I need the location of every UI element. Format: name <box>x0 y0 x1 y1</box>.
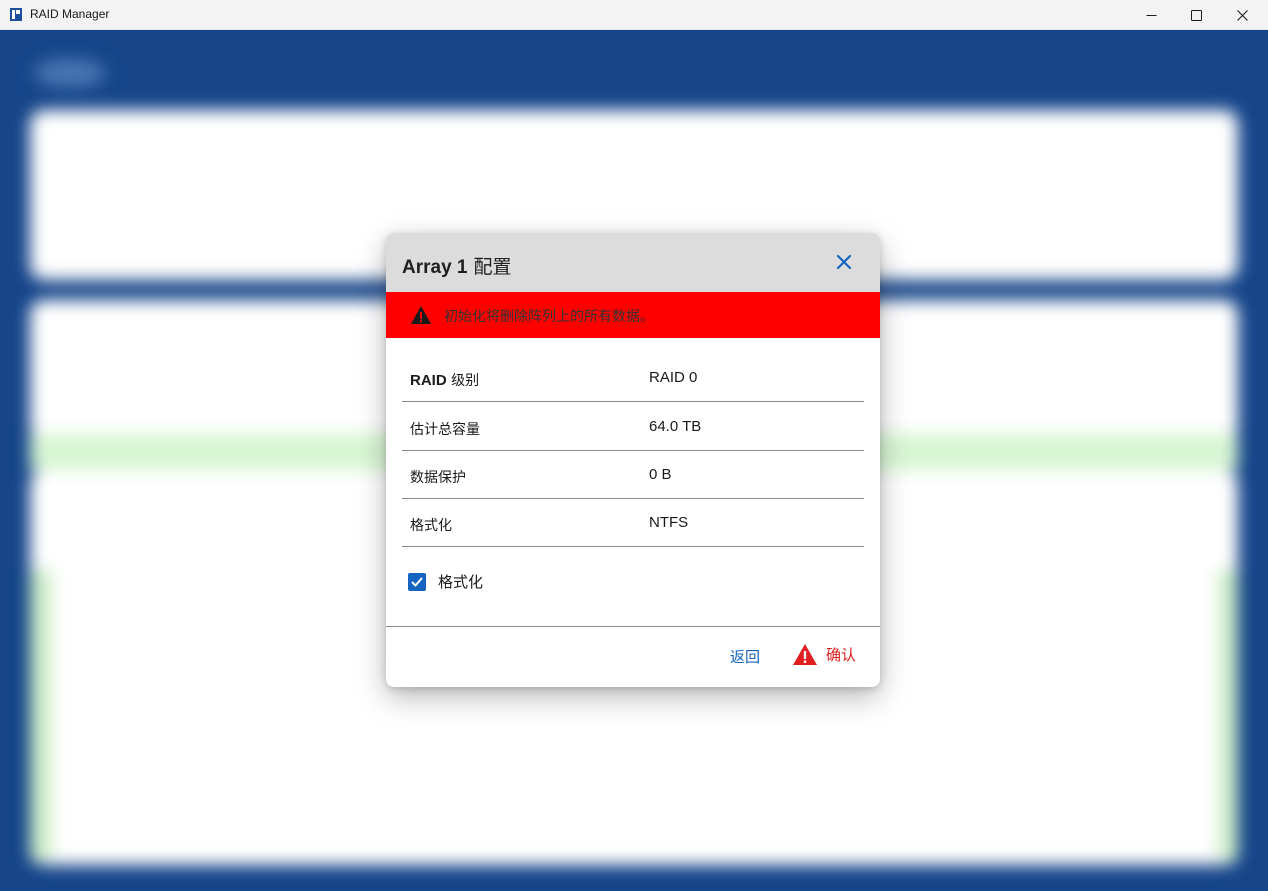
info-row-capacity: 估计总容量 64.0 TB <box>402 403 864 451</box>
raid-level-label: RAID 级别 <box>410 370 479 390</box>
dialog-close-button[interactable] <box>832 250 856 274</box>
raid-level-label-suffix: 级别 <box>446 373 480 389</box>
window-title: RAID Manager <box>30 7 110 21</box>
warning-banner: 初始化将删除阵列上的所有数据。 <box>386 292 880 338</box>
minimize-icon <box>1146 14 1156 16</box>
dialog-title: Array 1 配置 <box>402 252 512 279</box>
checkmark-icon <box>411 577 423 586</box>
raid-level-label-strong: RAID <box>410 372 447 389</box>
confirm-button-label[interactable]: 确认 <box>826 644 856 665</box>
back-button[interactable]: 返回 <box>730 646 760 667</box>
warning-triangle-icon <box>411 306 431 324</box>
dialog-header: Array 1 配置 <box>386 233 880 292</box>
format-label: 格式化 <box>410 518 452 534</box>
maximize-icon <box>1190 9 1202 21</box>
raid-level-value: RAID 0 <box>649 369 698 386</box>
format-checkbox-control[interactable]: 格式化 <box>408 571 483 592</box>
window-titlebar: RAID Manager <box>0 0 1268 30</box>
app-logo-icon <box>10 8 22 21</box>
capacity-value: 64.0 TB <box>649 418 702 435</box>
format-checkbox-label[interactable]: 格式化 <box>438 571 483 592</box>
warning-message: 初始化将删除阵列上的所有数据。 <box>444 309 654 325</box>
footer-divider <box>386 626 880 627</box>
capacity-label: 估计总容量 <box>410 422 480 438</box>
window-close-button[interactable] <box>1219 0 1265 30</box>
dialog-title-array-name: Array 1 <box>402 257 468 278</box>
data-protection-label: 数据保护 <box>410 470 466 486</box>
maximize-button[interactable] <box>1173 0 1219 30</box>
window-close-icon <box>1236 9 1248 21</box>
info-row-format: 格式化 NTFS <box>402 499 864 547</box>
array-config-dialog: Array 1 配置 初始化将删除阵列上的所有数据。 RAID 级别 RAID … <box>386 233 880 687</box>
info-row-raid-level: RAID 级别 RAID 0 <box>402 354 864 402</box>
close-icon <box>836 254 852 270</box>
format-checkbox[interactable] <box>408 572 426 591</box>
format-value: NTFS <box>649 514 689 531</box>
warning-triangle-icon <box>793 644 817 665</box>
info-row-data-protection: 数据保护 0 B <box>402 451 864 499</box>
dialog-title-suffix: 配置 <box>467 256 512 278</box>
data-protection-value: 0 B <box>649 466 672 483</box>
confirm-button[interactable]: 确认 <box>792 643 856 666</box>
minimize-button[interactable] <box>1128 0 1174 30</box>
